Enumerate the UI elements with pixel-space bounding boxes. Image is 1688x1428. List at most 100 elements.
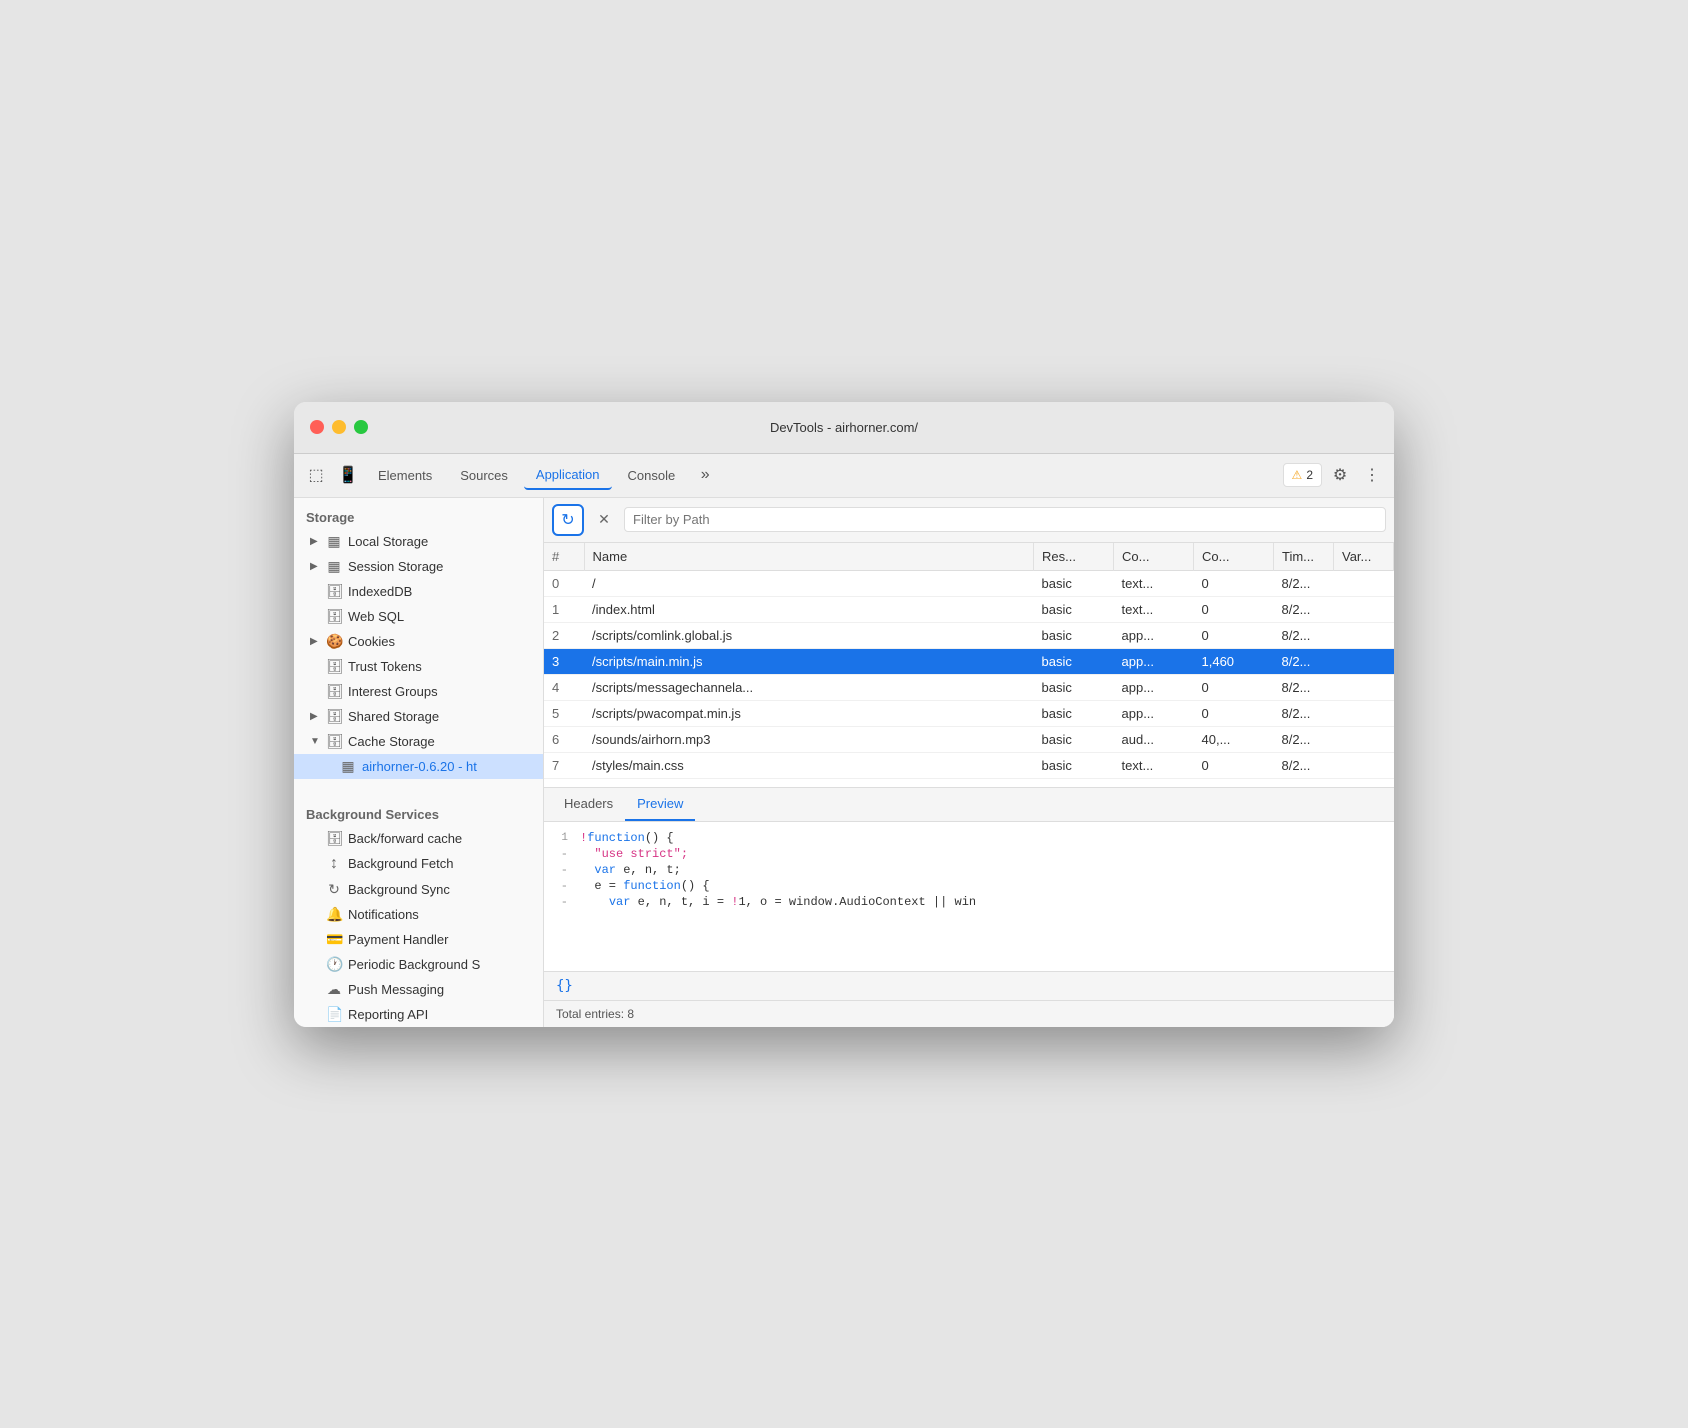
table-row[interactable]: 4 /scripts/messagechannela... basic app.… bbox=[544, 674, 1394, 700]
sidebar-label-back-forward: Back/forward cache bbox=[348, 831, 462, 846]
line-dash: - bbox=[544, 895, 580, 909]
cell-co2: 0 bbox=[1194, 570, 1274, 596]
local-storage-icon: ▦ bbox=[326, 533, 342, 550]
table-row[interactable]: 7 /styles/main.css basic text... 0 8/2..… bbox=[544, 752, 1394, 778]
inspect-element-button[interactable]: ⬚ bbox=[302, 461, 330, 489]
interest-groups-icon: 🗄 bbox=[326, 683, 342, 700]
cell-var bbox=[1334, 622, 1394, 648]
sidebar-item-trust-tokens[interactable]: 🗄 Trust Tokens bbox=[294, 654, 543, 679]
sidebar-item-interest-groups[interactable]: 🗄 Interest Groups bbox=[294, 679, 543, 704]
more-options-button[interactable]: ⋮ bbox=[1358, 461, 1386, 489]
tab-headers[interactable]: Headers bbox=[552, 788, 625, 821]
col-header-tim[interactable]: Tim... bbox=[1274, 543, 1334, 571]
minimize-button[interactable] bbox=[332, 420, 346, 434]
close-button[interactable] bbox=[310, 420, 324, 434]
sidebar-item-shared-storage[interactable]: ▶ 🗄 Shared Storage bbox=[294, 704, 543, 729]
cell-var bbox=[1334, 752, 1394, 778]
tab-elements[interactable]: Elements bbox=[366, 462, 444, 489]
col-header-var[interactable]: Var... bbox=[1334, 543, 1394, 571]
col-header-name[interactable]: Name bbox=[584, 543, 1034, 571]
sidebar-item-cache-entry[interactable]: ▦ airhorner-0.6.20 - ht bbox=[294, 754, 543, 779]
sidebar-item-cookies[interactable]: ▶ 🍪 Cookies bbox=[294, 629, 543, 654]
table-row[interactable]: 2 /scripts/comlink.global.js basic app..… bbox=[544, 622, 1394, 648]
arrow-icon: ▼ bbox=[310, 736, 320, 747]
cookies-icon: 🍪 bbox=[326, 633, 342, 650]
filter-input[interactable] bbox=[624, 507, 1386, 532]
cell-num: 6 bbox=[544, 726, 584, 752]
cell-name: /scripts/main.min.js bbox=[584, 648, 1034, 674]
cell-res: basic bbox=[1034, 648, 1114, 674]
sidebar-label-web-sql: Web SQL bbox=[348, 609, 404, 624]
sidebar-item-periodic-bg[interactable]: 🕐 Periodic Background S bbox=[294, 952, 543, 977]
cell-tim: 8/2... bbox=[1274, 648, 1334, 674]
tab-application[interactable]: Application bbox=[524, 461, 612, 490]
sidebar-item-indexeddb[interactable]: 🗄 IndexedDB bbox=[294, 579, 543, 604]
cell-res: basic bbox=[1034, 726, 1114, 752]
clear-button[interactable]: ✕ bbox=[590, 506, 618, 534]
code-content: var e, n, t; bbox=[580, 863, 681, 877]
storage-section-title: Storage bbox=[294, 498, 543, 529]
table-row[interactable]: 3 /scripts/main.min.js basic app... 1,46… bbox=[544, 648, 1394, 674]
warning-count: 2 bbox=[1306, 468, 1313, 482]
cell-co1: text... bbox=[1114, 596, 1194, 622]
tab-preview[interactable]: Preview bbox=[625, 788, 695, 821]
device-toggle-button[interactable]: 📱 bbox=[334, 461, 362, 489]
session-storage-icon: ▦ bbox=[326, 558, 342, 575]
col-header-co2[interactable]: Co... bbox=[1194, 543, 1274, 571]
format-button[interactable]: {} bbox=[556, 978, 573, 994]
tab-console[interactable]: Console bbox=[616, 462, 688, 489]
sidebar-item-push-messaging[interactable]: ☁ Push Messaging bbox=[294, 977, 543, 1002]
title-bar: DevTools - airhorner.com/ bbox=[294, 402, 1394, 454]
cell-var bbox=[1334, 596, 1394, 622]
cell-res: basic bbox=[1034, 674, 1114, 700]
sidebar-item-notifications[interactable]: 🔔 Notifications bbox=[294, 902, 543, 927]
sidebar-item-bg-sync[interactable]: ↻ Background Sync bbox=[294, 877, 543, 902]
sidebar-item-payment-handler[interactable]: 💳 Payment Handler bbox=[294, 927, 543, 952]
sidebar-item-back-forward[interactable]: 🗄 Back/forward cache bbox=[294, 826, 543, 851]
total-entries: Total entries: 8 bbox=[556, 1007, 634, 1021]
cell-co2: 0 bbox=[1194, 752, 1274, 778]
line-dash: - bbox=[544, 863, 580, 877]
arrow-icon: ▶ bbox=[310, 636, 320, 647]
code-preview: 1 !function() { - "use strict"; - var e,… bbox=[544, 822, 1394, 971]
cache-storage-icon: 🗄 bbox=[326, 733, 342, 750]
settings-button[interactable]: ⚙ bbox=[1326, 461, 1354, 489]
cell-co1: app... bbox=[1114, 700, 1194, 726]
sidebar-item-local-storage[interactable]: ▶ ▦ Local Storage bbox=[294, 529, 543, 554]
sidebar-item-web-sql[interactable]: 🗄 Web SQL bbox=[294, 604, 543, 629]
sidebar-label-bg-sync: Background Sync bbox=[348, 882, 450, 897]
arrow-icon: ▶ bbox=[310, 561, 320, 572]
shared-storage-icon: 🗄 bbox=[326, 708, 342, 725]
table-row[interactable]: 1 /index.html basic text... 0 8/2... bbox=[544, 596, 1394, 622]
sidebar-item-session-storage[interactable]: ▶ ▦ Session Storage bbox=[294, 554, 543, 579]
col-header-res[interactable]: Res... bbox=[1034, 543, 1114, 571]
status-bar: Total entries: 8 bbox=[544, 1000, 1394, 1027]
tab-sources[interactable]: Sources bbox=[448, 462, 520, 489]
table-row[interactable]: 0 / basic text... 0 8/2... bbox=[544, 570, 1394, 596]
sidebar-label-cookies: Cookies bbox=[348, 634, 395, 649]
sidebar-item-cache-storage[interactable]: ▼ 🗄 Cache Storage bbox=[294, 729, 543, 754]
more-tabs-button[interactable]: » bbox=[691, 461, 719, 489]
cache-entry-icon: ▦ bbox=[340, 758, 356, 775]
sidebar-label-cache-storage: Cache Storage bbox=[348, 734, 435, 749]
cell-co2: 40,... bbox=[1194, 726, 1274, 752]
sidebar-item-bg-fetch[interactable]: ↕ Background Fetch bbox=[294, 851, 543, 877]
table-row[interactable]: 6 /sounds/airhorn.mp3 basic aud... 40,..… bbox=[544, 726, 1394, 752]
bg-services-title: Background Services bbox=[294, 795, 543, 826]
cell-var bbox=[1334, 700, 1394, 726]
refresh-button[interactable]: ↻ bbox=[552, 504, 584, 536]
periodic-bg-icon: 🕐 bbox=[326, 956, 342, 973]
cell-res: basic bbox=[1034, 596, 1114, 622]
cell-name: /styles/main.css bbox=[584, 752, 1034, 778]
warning-badge[interactable]: ⚠ 2 bbox=[1283, 463, 1322, 487]
cell-co2: 0 bbox=[1194, 622, 1274, 648]
col-header-num: # bbox=[544, 543, 584, 571]
table-row[interactable]: 5 /scripts/pwacompat.min.js basic app...… bbox=[544, 700, 1394, 726]
maximize-button[interactable] bbox=[354, 420, 368, 434]
sidebar-item-reporting-api[interactable]: 📄 Reporting API bbox=[294, 1002, 543, 1027]
cell-co2: 0 bbox=[1194, 674, 1274, 700]
col-header-co1[interactable]: Co... bbox=[1114, 543, 1194, 571]
cell-tim: 8/2... bbox=[1274, 596, 1334, 622]
bottom-panel: Headers Preview 1 !function() { - "use s… bbox=[544, 787, 1394, 1027]
content-area: ↻ ✕ # Name Res... Co... Co... Tim... bbox=[544, 498, 1394, 1027]
